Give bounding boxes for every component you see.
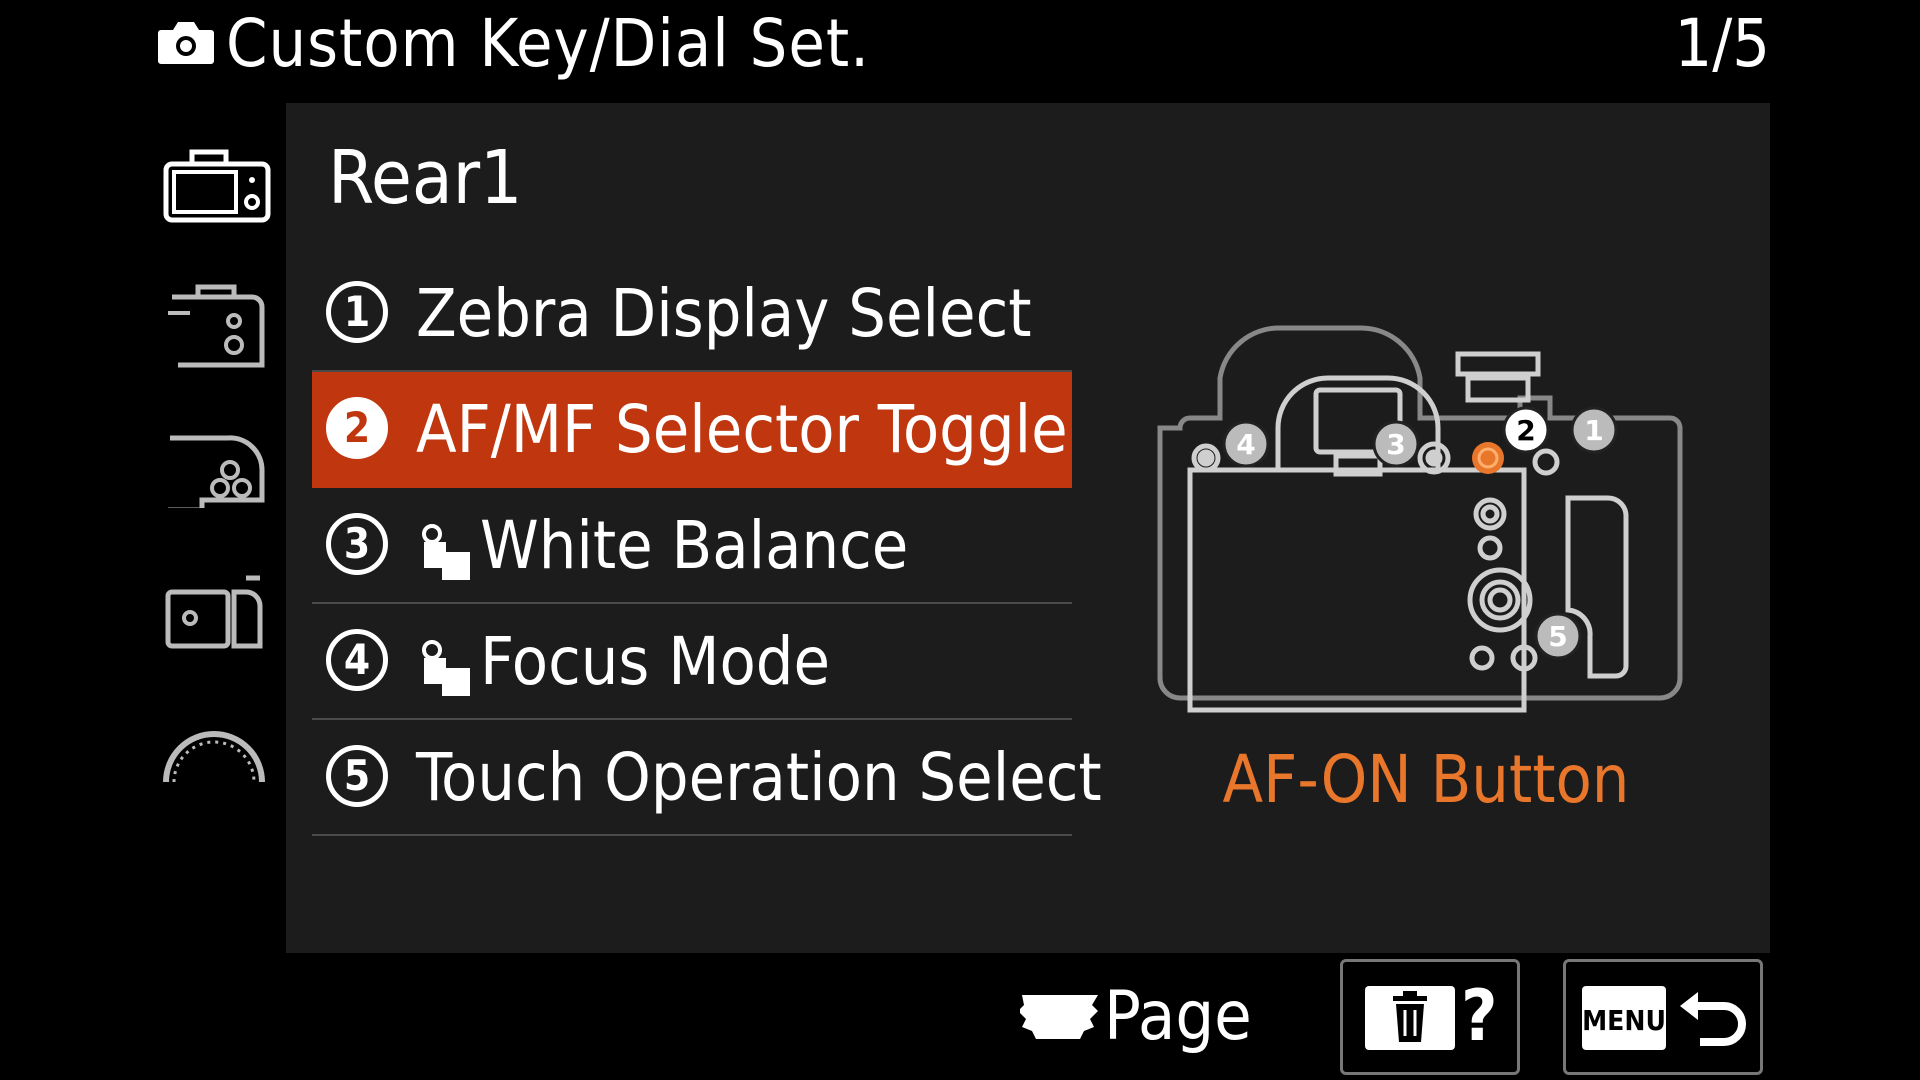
menu-item-focus-mode[interactable]: 4 Focus Mode: [312, 604, 1072, 720]
control-wheel-icon: [1020, 995, 1098, 1039]
menu-item-af-mf-selector-toggle[interactable]: 2 AF/MF Selector Toggle: [312, 372, 1072, 488]
menu-label: MENU: [1582, 1004, 1666, 1037]
number-badge: 5: [326, 745, 388, 807]
diagram-marker-2: 2: [1516, 414, 1535, 447]
menu-badge: MENU: [1582, 986, 1666, 1050]
photo-lock-icon: [422, 524, 470, 580]
photo-lock-icon: [422, 640, 470, 696]
page-indicator: 1/5: [1674, 5, 1770, 82]
diagram-marker-1: 1: [1584, 414, 1603, 447]
number-badge: 4: [326, 629, 388, 691]
menu-item-label: Touch Operation Select: [416, 739, 1102, 816]
camera-rear-diagram: 4 3 2 1 5: [1157, 325, 1683, 713]
number-badge: 1: [326, 281, 388, 343]
selected-button-name: AF-ON Button: [1222, 741, 1630, 818]
page-label: Page: [1104, 977, 1252, 1056]
menu-item-label: Zebra Display Select: [416, 275, 1032, 352]
header: Custom Key/Dial Set. 1/5: [0, 0, 1920, 96]
camera-side-icon[interactable]: [150, 558, 280, 658]
section-title: Rear1: [328, 135, 523, 221]
page-title: Custom Key/Dial Set.: [226, 5, 871, 82]
menu-item-label: AF/MF Selector Toggle: [416, 391, 1068, 468]
menu-back-button[interactable]: MENU: [1563, 959, 1763, 1075]
menu-list: 1 Zebra Display Select 2 AF/MF Selector …: [312, 256, 1102, 836]
sidebar: [150, 118, 290, 818]
diagram-marker-4: 4: [1236, 428, 1255, 461]
number-badge: 3: [326, 513, 388, 575]
diagram-marker-3: 3: [1386, 428, 1405, 461]
menu-item-label: Focus Mode: [480, 623, 831, 700]
menu-item-zebra-display-select[interactable]: 1 Zebra Display Select: [312, 256, 1072, 372]
delete-help-button[interactable]: ?: [1340, 959, 1520, 1075]
camera-top-right-icon[interactable]: [150, 273, 280, 373]
menu-item-touch-operation-select[interactable]: 5 Touch Operation Select: [312, 720, 1102, 836]
back-arrow-icon: [1680, 992, 1746, 1046]
footer: Page ? MENU: [0, 955, 1920, 1080]
camera-icon: [158, 22, 214, 64]
dial-scale-icon[interactable]: [150, 708, 280, 808]
camera-dial-icon[interactable]: [150, 408, 280, 508]
menu-item-white-balance[interactable]: 3 White Balance: [312, 488, 1072, 604]
help-glyph: ?: [1461, 975, 1498, 1057]
trash-icon: [1365, 986, 1455, 1050]
number-badge: 2: [326, 397, 388, 459]
camera-body-rear-icon[interactable]: [150, 128, 280, 228]
diagram-marker-5: 5: [1548, 620, 1567, 653]
menu-item-label: White Balance: [480, 507, 909, 584]
main-panel: Rear1 1 Zebra Display Select 2 AF/MF Sel…: [286, 103, 1770, 953]
